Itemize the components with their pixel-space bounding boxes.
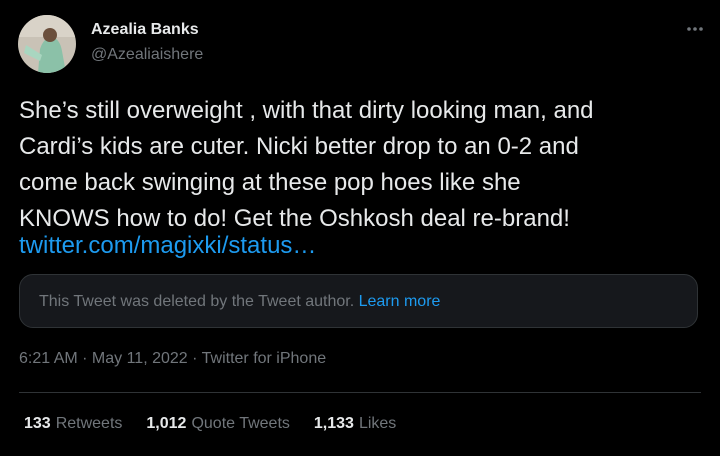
retweets-label: Retweets xyxy=(55,415,123,432)
meta-separator: · xyxy=(77,350,92,367)
quote-tweets-count: 1,012 xyxy=(146,415,187,432)
more-icon[interactable] xyxy=(684,18,706,40)
deleted-tweet-notice: This Tweet was deleted by the Tweet auth… xyxy=(39,293,440,311)
likes-label: Likes xyxy=(358,415,397,432)
quoted-tweet-card: This Tweet was deleted by the Tweet auth… xyxy=(19,274,698,328)
tweet-date[interactable]: May 11, 2022 xyxy=(92,350,188,367)
quote-tweets-stat[interactable]: 1,012 Quote Tweets xyxy=(146,415,289,433)
avatar[interactable] xyxy=(18,15,76,73)
quote-tweets-label: Quote Tweets xyxy=(191,415,290,432)
tweet-source[interactable]: Twitter for iPhone xyxy=(202,350,327,367)
likes-count: 1,133 xyxy=(313,415,354,432)
tweet-text: She’s still overweight , with that dirty… xyxy=(19,97,594,232)
tweet-stats: 133 Retweets 1,012 Quote Tweets 1,133 Likes xyxy=(24,415,396,433)
retweets-count: 133 xyxy=(24,415,51,432)
learn-more-link[interactable]: Learn more xyxy=(359,293,441,310)
divider xyxy=(19,392,701,393)
retweets-stat[interactable]: 133 Retweets xyxy=(24,415,122,433)
tweet-time[interactable]: 6:21 AM xyxy=(19,350,78,367)
deleted-tweet-message: This Tweet was deleted by the Tweet auth… xyxy=(39,293,359,310)
tweet-meta: 6:21 AM · May 11, 2022 · Twitter for iPh… xyxy=(19,350,326,368)
user-name[interactable]: Azealia Banks xyxy=(91,21,199,39)
tweet-link[interactable]: twitter.com/magixki/status… xyxy=(19,228,316,264)
meta-separator: · xyxy=(187,350,202,367)
likes-stat[interactable]: 1,133 Likes xyxy=(314,415,396,433)
user-handle[interactable]: @Azealiaishere xyxy=(91,46,203,64)
